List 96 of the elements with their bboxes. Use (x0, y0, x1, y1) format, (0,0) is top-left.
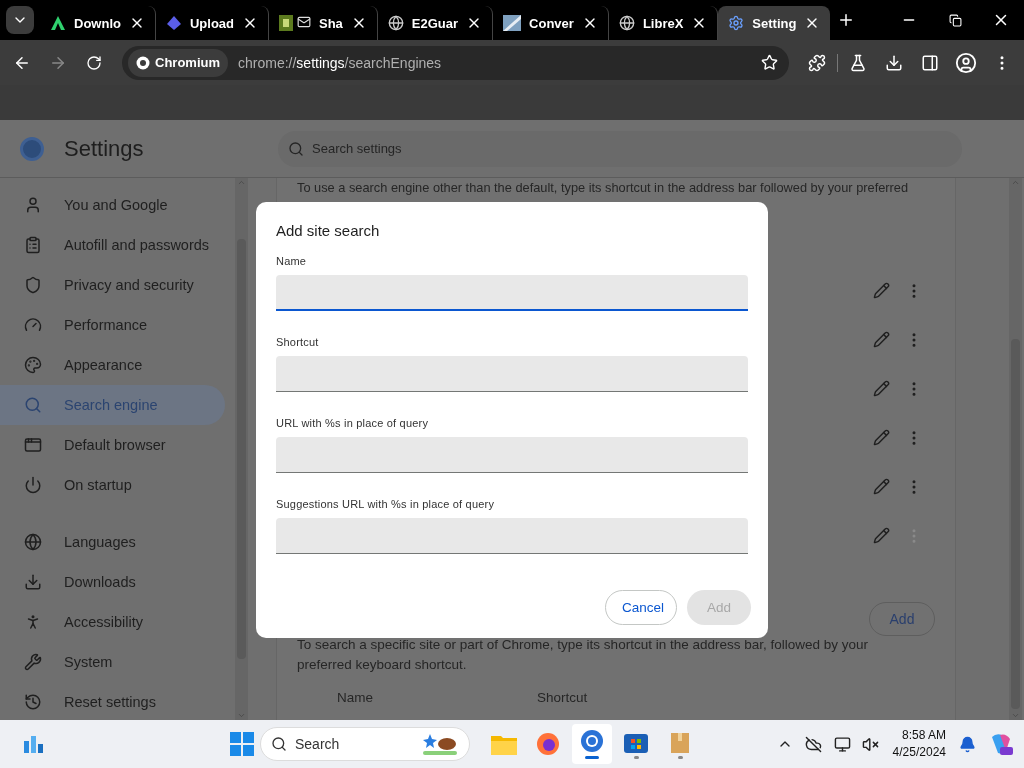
tab-title: LibreX (642, 15, 684, 31)
power-icon (24, 476, 42, 494)
badge-icon (279, 15, 293, 31)
field-label: URL with %s in place of query (276, 417, 430, 429)
tab-title: Setting (752, 15, 797, 31)
search-placeholder: Search settings (312, 141, 402, 156)
settings-logo-icon (20, 136, 44, 161)
chromium-icon (580, 729, 604, 753)
tab-title: E2Guar (411, 15, 459, 31)
page-title: Settings (64, 135, 144, 162)
sidebar-item[interactable]: Performance (0, 305, 225, 345)
profile-icon[interactable] (955, 51, 977, 74)
gauge-icon (24, 316, 42, 334)
sidebar-item[interactable]: Search engine (0, 385, 225, 425)
sidebar-item[interactable]: Privacy and security (0, 265, 225, 305)
flask-icon[interactable] (849, 53, 867, 72)
tab-title: Sha (319, 15, 343, 31)
image-icon (503, 15, 522, 31)
pencil-icon[interactable] (873, 527, 890, 544)
sidebar-item[interactable]: Default browser (0, 425, 225, 465)
widgets-icon[interactable] (22, 733, 44, 755)
input-field[interactable] (276, 437, 748, 473)
person-icon (24, 196, 42, 214)
tab-title: Downlo (74, 15, 121, 31)
triangle-logo-icon (50, 15, 66, 31)
side-panel-icon[interactable] (921, 53, 939, 72)
field-label: Shortcut (276, 336, 320, 348)
globe-icon (387, 15, 404, 31)
date-text: 4/25/2024 (892, 744, 946, 761)
pencil-icon[interactable] (873, 478, 890, 495)
mail-icon (297, 15, 311, 29)
pencil-icon[interactable] (873, 331, 890, 348)
volume-muted-icon[interactable] (862, 735, 880, 753)
globe-icon (618, 15, 635, 31)
search-placeholder: Search (295, 736, 341, 752)
pencil-icon[interactable] (873, 429, 890, 446)
cloud-off-icon[interactable] (805, 735, 823, 753)
monitor-icon[interactable] (834, 735, 852, 753)
firefox-icon (536, 732, 560, 756)
input-field[interactable] (276, 356, 748, 392)
tab-search-button[interactable] (6, 6, 34, 34)
wrench-icon (24, 653, 42, 671)
input-field[interactable] (276, 518, 748, 554)
tab-title: Upload (189, 15, 234, 31)
puzzle-icon[interactable] (808, 53, 826, 72)
cube-logo-icon (165, 15, 182, 31)
search-icon (271, 736, 287, 752)
clipboard-icon (24, 236, 42, 254)
input-field[interactable] (276, 275, 748, 311)
restore-icon[interactable] (948, 13, 962, 27)
url-text: chrome://settings/searchEngines (238, 54, 443, 71)
palette-icon (24, 356, 42, 374)
football-icon (421, 732, 459, 756)
folder-icon (491, 733, 517, 755)
sidebar-item[interactable]: Accessibility (0, 602, 225, 642)
site-chip[interactable]: Chromium (128, 48, 228, 77)
search-field[interactable]: Search settings (278, 130, 962, 167)
taskbar-app[interactable] (572, 724, 612, 764)
pencil-icon[interactable] (873, 282, 890, 299)
dialog-title: Add site search (276, 222, 381, 239)
column-header: Shortcut (537, 689, 589, 707)
window-icon (24, 436, 42, 454)
star-icon[interactable] (760, 54, 778, 71)
sidebar-item[interactable]: You and Google (0, 185, 225, 225)
search-icon (288, 140, 304, 157)
field-label: Name (276, 255, 308, 267)
browser-tab[interactable]: Setting (718, 6, 831, 40)
history-icon (24, 693, 42, 711)
sidebar-item[interactable]: Downloads (0, 562, 225, 602)
shield-icon (24, 276, 42, 294)
field-label: Suggestions URL with %s in place of query (276, 498, 496, 510)
sidebar-item[interactable]: On startup (0, 465, 225, 505)
pencil-icon[interactable] (873, 380, 890, 397)
globe-icon (24, 533, 42, 551)
sidebar-item[interactable]: Autofill and passwords (0, 225, 225, 265)
intro-text: To use a search engine other than the default, type its shortcut in the address bar followed by your preferred (297, 180, 910, 196)
download-icon[interactable] (885, 53, 903, 72)
time-text: 8:58 AM (901, 727, 946, 744)
clock[interactable]: 8:58 AM 4/25/2024 (892, 727, 946, 761)
start-icon[interactable] (230, 732, 254, 756)
bell-icon[interactable] (958, 735, 976, 753)
sidebar-item[interactable]: Languages (0, 522, 225, 562)
column-header: Name (337, 689, 374, 707)
address-bar[interactable]: Chromium chrome://settings/searchEngines (122, 45, 789, 80)
gear-icon (728, 15, 745, 31)
reload-icon[interactable] (86, 54, 102, 71)
site-search-text: To search a specific site or part of Chrome, type its shortcut in the address bar, followed by your preferred keyboard shortcut. (297, 636, 870, 674)
download-icon (24, 573, 42, 591)
sidebar-item[interactable]: Reset settings (0, 682, 225, 722)
taskbar-search[interactable]: Search (260, 727, 470, 761)
sidebar-item[interactable]: Appearance (0, 345, 225, 385)
chromium-logo-icon (136, 55, 150, 70)
sidebar-item[interactable]: System (0, 642, 225, 682)
cancel-button[interactable]: Cancel (605, 590, 677, 625)
tab-title: Conver (529, 15, 574, 31)
search-icon (24, 396, 42, 414)
